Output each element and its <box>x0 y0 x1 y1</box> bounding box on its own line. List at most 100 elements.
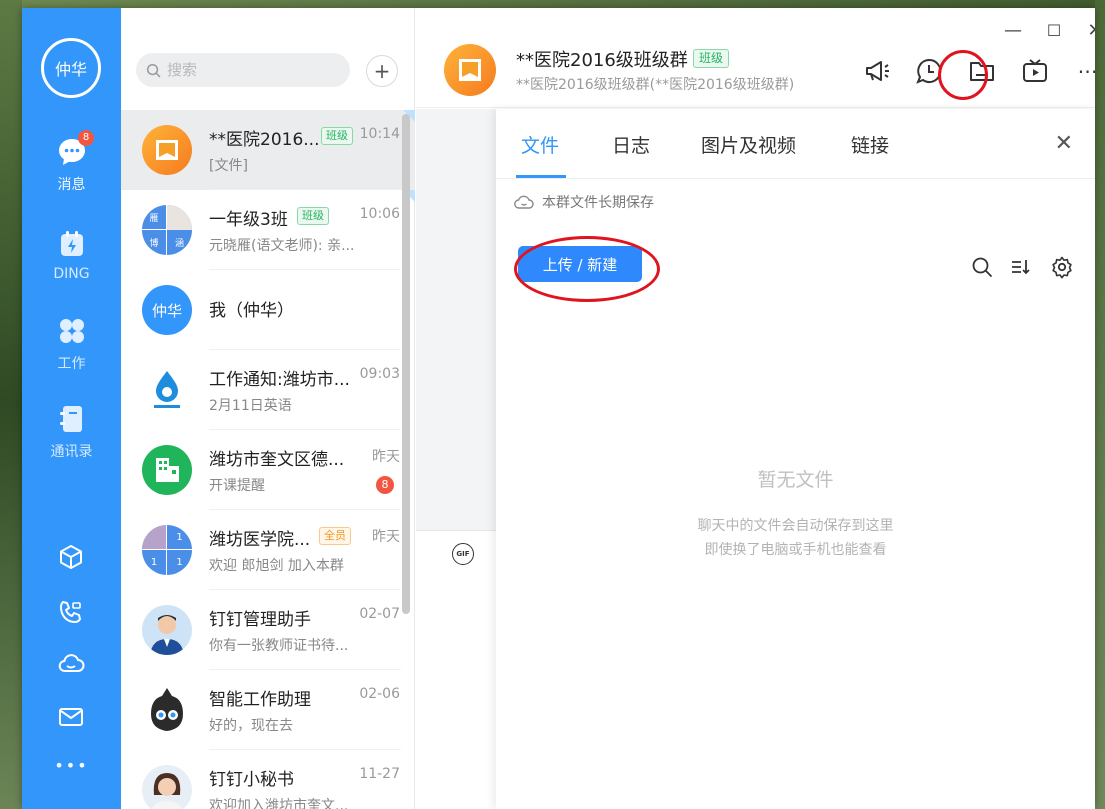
phone-video-icon[interactable] <box>57 598 85 626</box>
college-group-avatar: 1 1 1 <box>142 525 192 575</box>
announcement-button[interactable] <box>860 54 894 88</box>
my-avatar[interactable]: 仲华 <box>41 38 101 98</box>
conversation-list-panel: + **医院2016... 班级 10:14 [文件] <box>121 8 415 809</box>
conversation-snippet: 元晓雁(语文老师): 亲... <box>209 238 355 254</box>
more-menu-icon[interactable]: ••• <box>22 756 121 775</box>
list-scrollbar[interactable] <box>402 114 410 614</box>
conversation-snippet: 2月11日英语 <box>209 398 292 414</box>
conversation-name: 我（仲华） <box>209 301 294 321</box>
conversation-time: 10:06 <box>359 206 400 222</box>
conversation-name: 智能工作助理 <box>209 690 311 710</box>
create-button[interactable]: + <box>366 55 398 87</box>
building-avatar <box>142 445 192 495</box>
conversation-snippet: 好的，现在去 <box>209 718 293 734</box>
files-panel: 文件 日志 图片及视频 链接 ✕ 本群文件长期保存 上传 / 新建 暂无文件 聊… <box>496 109 1095 809</box>
conversation-name: 工作通知:潍坊市... <box>209 370 350 390</box>
all-members-tag: 全员 <box>319 527 351 545</box>
upload-create-button[interactable]: 上传 / 新建 <box>518 246 642 282</box>
empty-tip-line-2: 即使换了电脑或手机也能查看 <box>704 542 887 558</box>
conversation-item[interactable]: 工作通知:潍坊市... 09:03 2月11日英语 <box>121 350 415 430</box>
tv-play-icon <box>1023 59 1047 82</box>
book-icon <box>459 59 481 81</box>
conversation-snippet: 欢迎 郎旭剑 加入本群 <box>209 558 344 574</box>
self-avatar: 仲华 <box>142 285 192 335</box>
nav-ding-label: DING <box>53 266 90 282</box>
building-icon <box>156 458 179 482</box>
nav-ding[interactable]: DING <box>22 228 121 282</box>
conversation-item[interactable]: 钉钉小秘书 11-27 欢迎加入潍坊市奎文... <box>121 750 415 809</box>
chat-history-button[interactable] <box>912 54 946 88</box>
conversation-item[interactable]: 智能工作助理 02-06 好的，现在去 <box>121 670 415 750</box>
desktop-background-left <box>0 0 22 809</box>
search-input[interactable] <box>167 61 327 79</box>
conversation-name: 潍坊医学院... <box>209 530 311 550</box>
teacher-photo <box>167 205 192 230</box>
live-button[interactable] <box>1018 54 1052 88</box>
class-avatar: 雁 博 涵 <box>142 205 192 255</box>
gear-icon[interactable] <box>1050 255 1074 279</box>
window-close-button[interactable]: ✕ <box>1082 18 1095 44</box>
empty-tip-line-1: 聊天中的文件会自动保存到这里 <box>697 518 894 534</box>
cloud-icon <box>514 195 534 209</box>
conversation-time: 昨天 <box>372 529 400 545</box>
chat-header: **医院2016级班级群 班级 **医院2016级班级群(**医院2016级班级… <box>416 8 1095 108</box>
conversation-name: 钉钉小秘书 <box>209 770 294 790</box>
tab-files[interactable]: 文件 <box>521 131 559 158</box>
conversation-snippet: 你有一张教师证书待... <box>209 638 349 654</box>
conversation-name: 钉钉管理助手 <box>209 610 311 630</box>
nav-messages[interactable]: 8 消息 <box>22 130 121 194</box>
nav-work-label: 工作 <box>57 356 86 372</box>
tab-links[interactable]: 链接 <box>851 131 889 158</box>
maximize-button[interactable]: ☐ <box>1041 18 1067 44</box>
sort-icon[interactable] <box>1008 255 1032 279</box>
cube-icon[interactable] <box>57 543 85 571</box>
messages-badge: 8 <box>78 130 94 146</box>
empty-title: 暂无文件 <box>757 469 834 491</box>
robot-avatar <box>142 685 192 735</box>
cloud-disk-icon[interactable] <box>57 650 85 678</box>
storage-notice-text: 本群文件长期保存 <box>542 195 654 211</box>
secretary-photo-avatar <box>142 765 192 809</box>
conversation-time: 10:14 <box>359 126 400 142</box>
nav-contacts[interactable]: 通讯录 <box>22 403 121 461</box>
left-nav: 仲华 8 消息 DING 工作 通讯录 ••• <box>22 8 121 809</box>
search-icon[interactable] <box>970 255 994 279</box>
group-avatar[interactable] <box>444 44 496 96</box>
files-button[interactable] <box>965 54 999 88</box>
conversation-item[interactable]: 潍坊市奎文区德... 昨天 开课提醒 8 <box>121 430 415 510</box>
class-tag: 班级 <box>321 127 353 145</box>
tab-logs[interactable]: 日志 <box>612 131 650 158</box>
class-tag: 班级 <box>297 207 329 225</box>
panel-close-button[interactable]: ✕ <box>1055 131 1073 156</box>
conversation-time: 11-27 <box>359 766 400 782</box>
conversation-time: 昨天 <box>372 449 400 465</box>
more-options-icon[interactable]: ⋯ <box>1071 54 1096 88</box>
panel-tabs: 文件 日志 图片及视频 链接 ✕ <box>496 109 1095 179</box>
ding-calendar-icon <box>60 231 83 256</box>
nav-work[interactable]: 工作 <box>22 315 121 373</box>
search-box[interactable] <box>136 53 350 87</box>
group-book-avatar <box>142 125 192 175</box>
tab-media[interactable]: 图片及视频 <box>701 131 796 158</box>
member-photo <box>142 525 167 550</box>
conversation-item[interactable]: 钉钉管理助手 02-07 你有一张教师证书待... <box>121 590 415 670</box>
school-logo-avatar <box>142 365 192 415</box>
megaphone-icon <box>866 61 889 81</box>
group-title[interactable]: **医院2016级班级群 <box>516 46 688 72</box>
class-tag: 班级 <box>693 49 730 68</box>
conversation-item[interactable]: **医院2016... 班级 10:14 [文件] <box>121 110 415 190</box>
conversation-name: 潍坊市奎文区德... <box>209 450 345 470</box>
mail-icon[interactable] <box>57 703 85 731</box>
desktop-background-right <box>1095 0 1105 809</box>
nav-messages-label: 消息 <box>57 177 86 193</box>
conversation-item[interactable]: 1 1 1 潍坊医学院... 全员 昨天 欢迎 郎旭剑 加入本群 <box>121 510 415 590</box>
conversation-item[interactable]: 雁 博 涵 一年级3班 班级 10:06 元晓雁(语文老师): 亲... <box>121 190 415 270</box>
minimize-button[interactable]: — <box>1000 18 1026 44</box>
gif-icon[interactable]: GIF <box>452 543 474 565</box>
group-subtitle: **医院2016级班级群(**医院2016级班级群) <box>516 77 795 93</box>
conversation-time: 09:03 <box>359 366 400 382</box>
search-icon <box>146 63 161 77</box>
active-tab-indicator <box>516 175 566 178</box>
conversation-item[interactable]: 仲华 我（仲华） <box>121 270 415 350</box>
conversation-list: **医院2016... 班级 10:14 [文件] 雁 博 涵 一年级3班 班级 <box>121 110 415 809</box>
